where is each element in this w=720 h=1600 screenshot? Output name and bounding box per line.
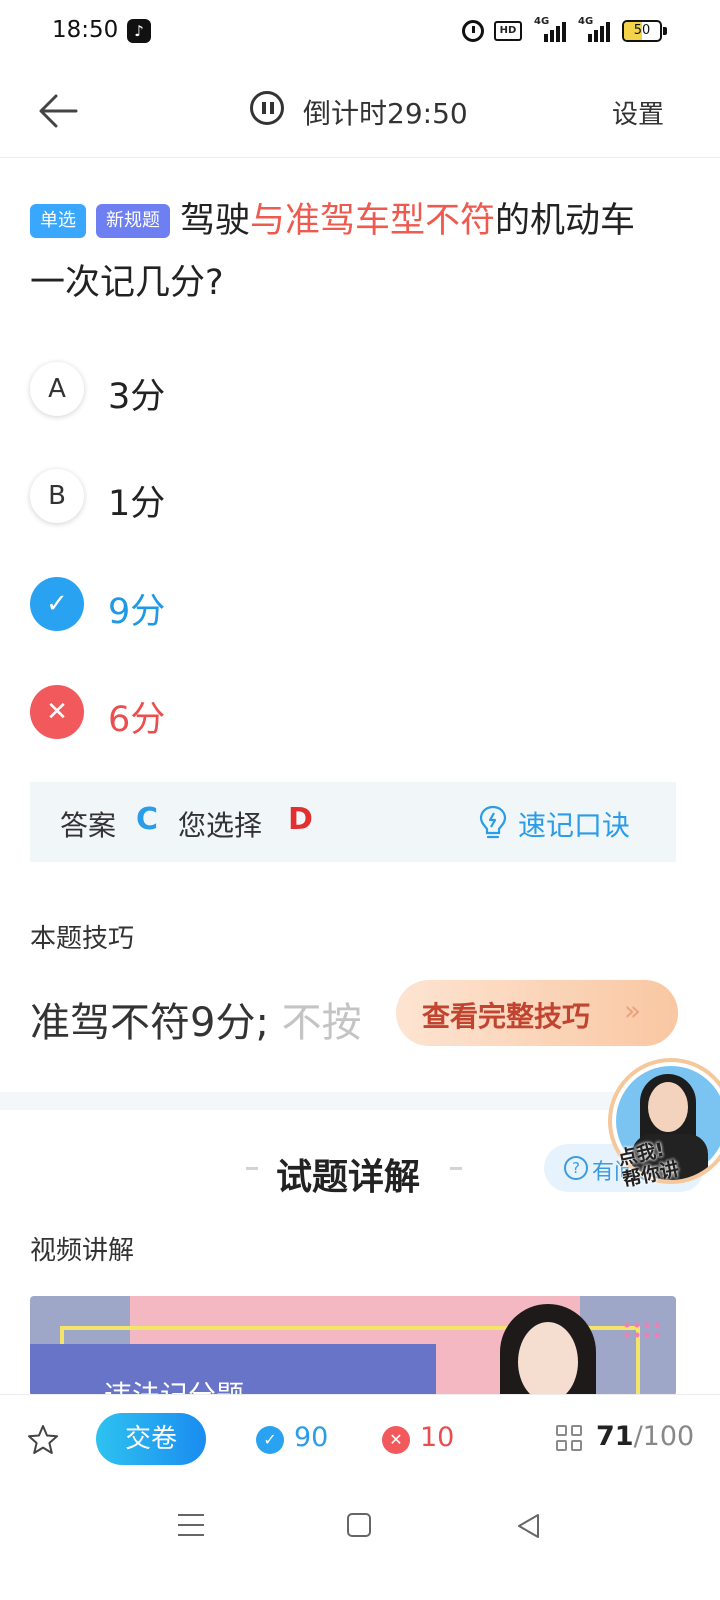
back-arrow-icon[interactable] — [36, 88, 82, 134]
correct-answer: C — [136, 802, 159, 837]
status-bar: 18:50 ♪ HD 4G 4G 50 — [0, 0, 720, 64]
technique-preview: 准驾不符9分; 不按 — [30, 990, 362, 1048]
video-label: 视频讲解 — [30, 1236, 135, 1266]
pause-icon[interactable] — [250, 91, 284, 125]
status-time: 18:50 — [52, 17, 119, 43]
wrong-count-icon: ✕ — [382, 1426, 410, 1454]
answer-label: 答案 — [60, 809, 117, 842]
video-thumb-title: 违法记分题 — [104, 1379, 245, 1396]
star-icon[interactable] — [26, 1423, 60, 1457]
countdown-timer: 倒计时29:50 — [303, 97, 468, 130]
option-a-text: 3分 — [108, 377, 166, 417]
technique-text: 准驾不符9分; — [30, 1000, 269, 1046]
alarm-icon — [462, 20, 484, 42]
system-nav-bar — [0, 1484, 720, 1600]
check-icon: ✓ — [30, 577, 84, 631]
back-triangle-icon[interactable] — [514, 1512, 544, 1540]
option-b[interactable]: B 1分 — [30, 467, 670, 527]
battery-level: 50 — [633, 23, 651, 38]
settings-button[interactable]: 设置 — [612, 94, 664, 131]
correct-count-icon: ✓ — [256, 1426, 284, 1454]
submit-exam-button[interactable]: 交卷 — [96, 1413, 206, 1465]
answer-bar: 答案 C 您选择 D 速记口诀 — [30, 782, 676, 862]
memo-tips-button[interactable]: 速记口诀 — [518, 804, 630, 844]
double-chevron-icon: » — [624, 994, 641, 1027]
view-full-technique-button[interactable]: 查看完整技巧 » — [396, 980, 678, 1046]
question-highlight: 与准驾车型不符 — [250, 201, 496, 241]
technique-faded-text: 不按 — [281, 1000, 362, 1046]
selected-label: 您选择 — [178, 809, 263, 842]
signal-4g-icon: 4G — [534, 16, 568, 44]
header: 倒计时29:50 设置 — [0, 64, 720, 158]
home-icon[interactable] — [347, 1513, 371, 1537]
wrong-count: 10 — [420, 1422, 455, 1453]
question-text-before: 驾驶 — [180, 201, 251, 241]
option-d-text: 6分 — [108, 700, 166, 740]
lightbulb-icon[interactable] — [478, 804, 508, 842]
video-thumbnail[interactable]: 违法记分题 — [30, 1296, 676, 1396]
title-dash — [450, 1167, 462, 1170]
detail-title: 试题详解 — [276, 1157, 421, 1198]
technique-button-label: 查看完整技巧 — [422, 1000, 591, 1033]
tiktok-icon: ♪ — [127, 19, 151, 43]
battery-icon: 50 — [622, 20, 662, 42]
question-text: 单选 新规题 驾驶与准驾车型不符的机动车一次记几分? — [30, 190, 670, 314]
tutor-avatar-button[interactable]: 点我! 帮你讲 — [608, 1058, 720, 1198]
tag-single-choice: 单选 — [30, 204, 86, 238]
question-progress[interactable]: 71/100 — [596, 1421, 694, 1452]
tag-new-rule: 新规题 — [96, 204, 170, 238]
option-b-marker: B — [30, 469, 84, 523]
option-a[interactable]: A 3分 — [30, 360, 670, 420]
correct-count: 90 — [294, 1422, 329, 1453]
menu-icon[interactable] — [178, 1514, 204, 1536]
cross-icon: ✕ — [30, 685, 84, 739]
option-d[interactable]: ✕ 6分 — [30, 683, 670, 743]
option-a-marker: A — [30, 362, 84, 416]
option-b-text: 1分 — [108, 484, 166, 524]
hd-icon: HD — [494, 21, 522, 41]
signal-4g-icon: 4G — [578, 16, 612, 44]
help-icon: ? — [564, 1156, 588, 1180]
grid-icon[interactable] — [556, 1425, 584, 1453]
bottom-bar: 交卷 ✓ 90 ✕ 10 71/100 — [0, 1394, 720, 1484]
title-dash — [246, 1167, 258, 1170]
selected-answer: D — [288, 802, 313, 837]
option-c-text: 9分 — [108, 592, 166, 632]
technique-label: 本题技巧 — [30, 924, 135, 954]
option-c[interactable]: ✓ 9分 — [30, 575, 670, 635]
